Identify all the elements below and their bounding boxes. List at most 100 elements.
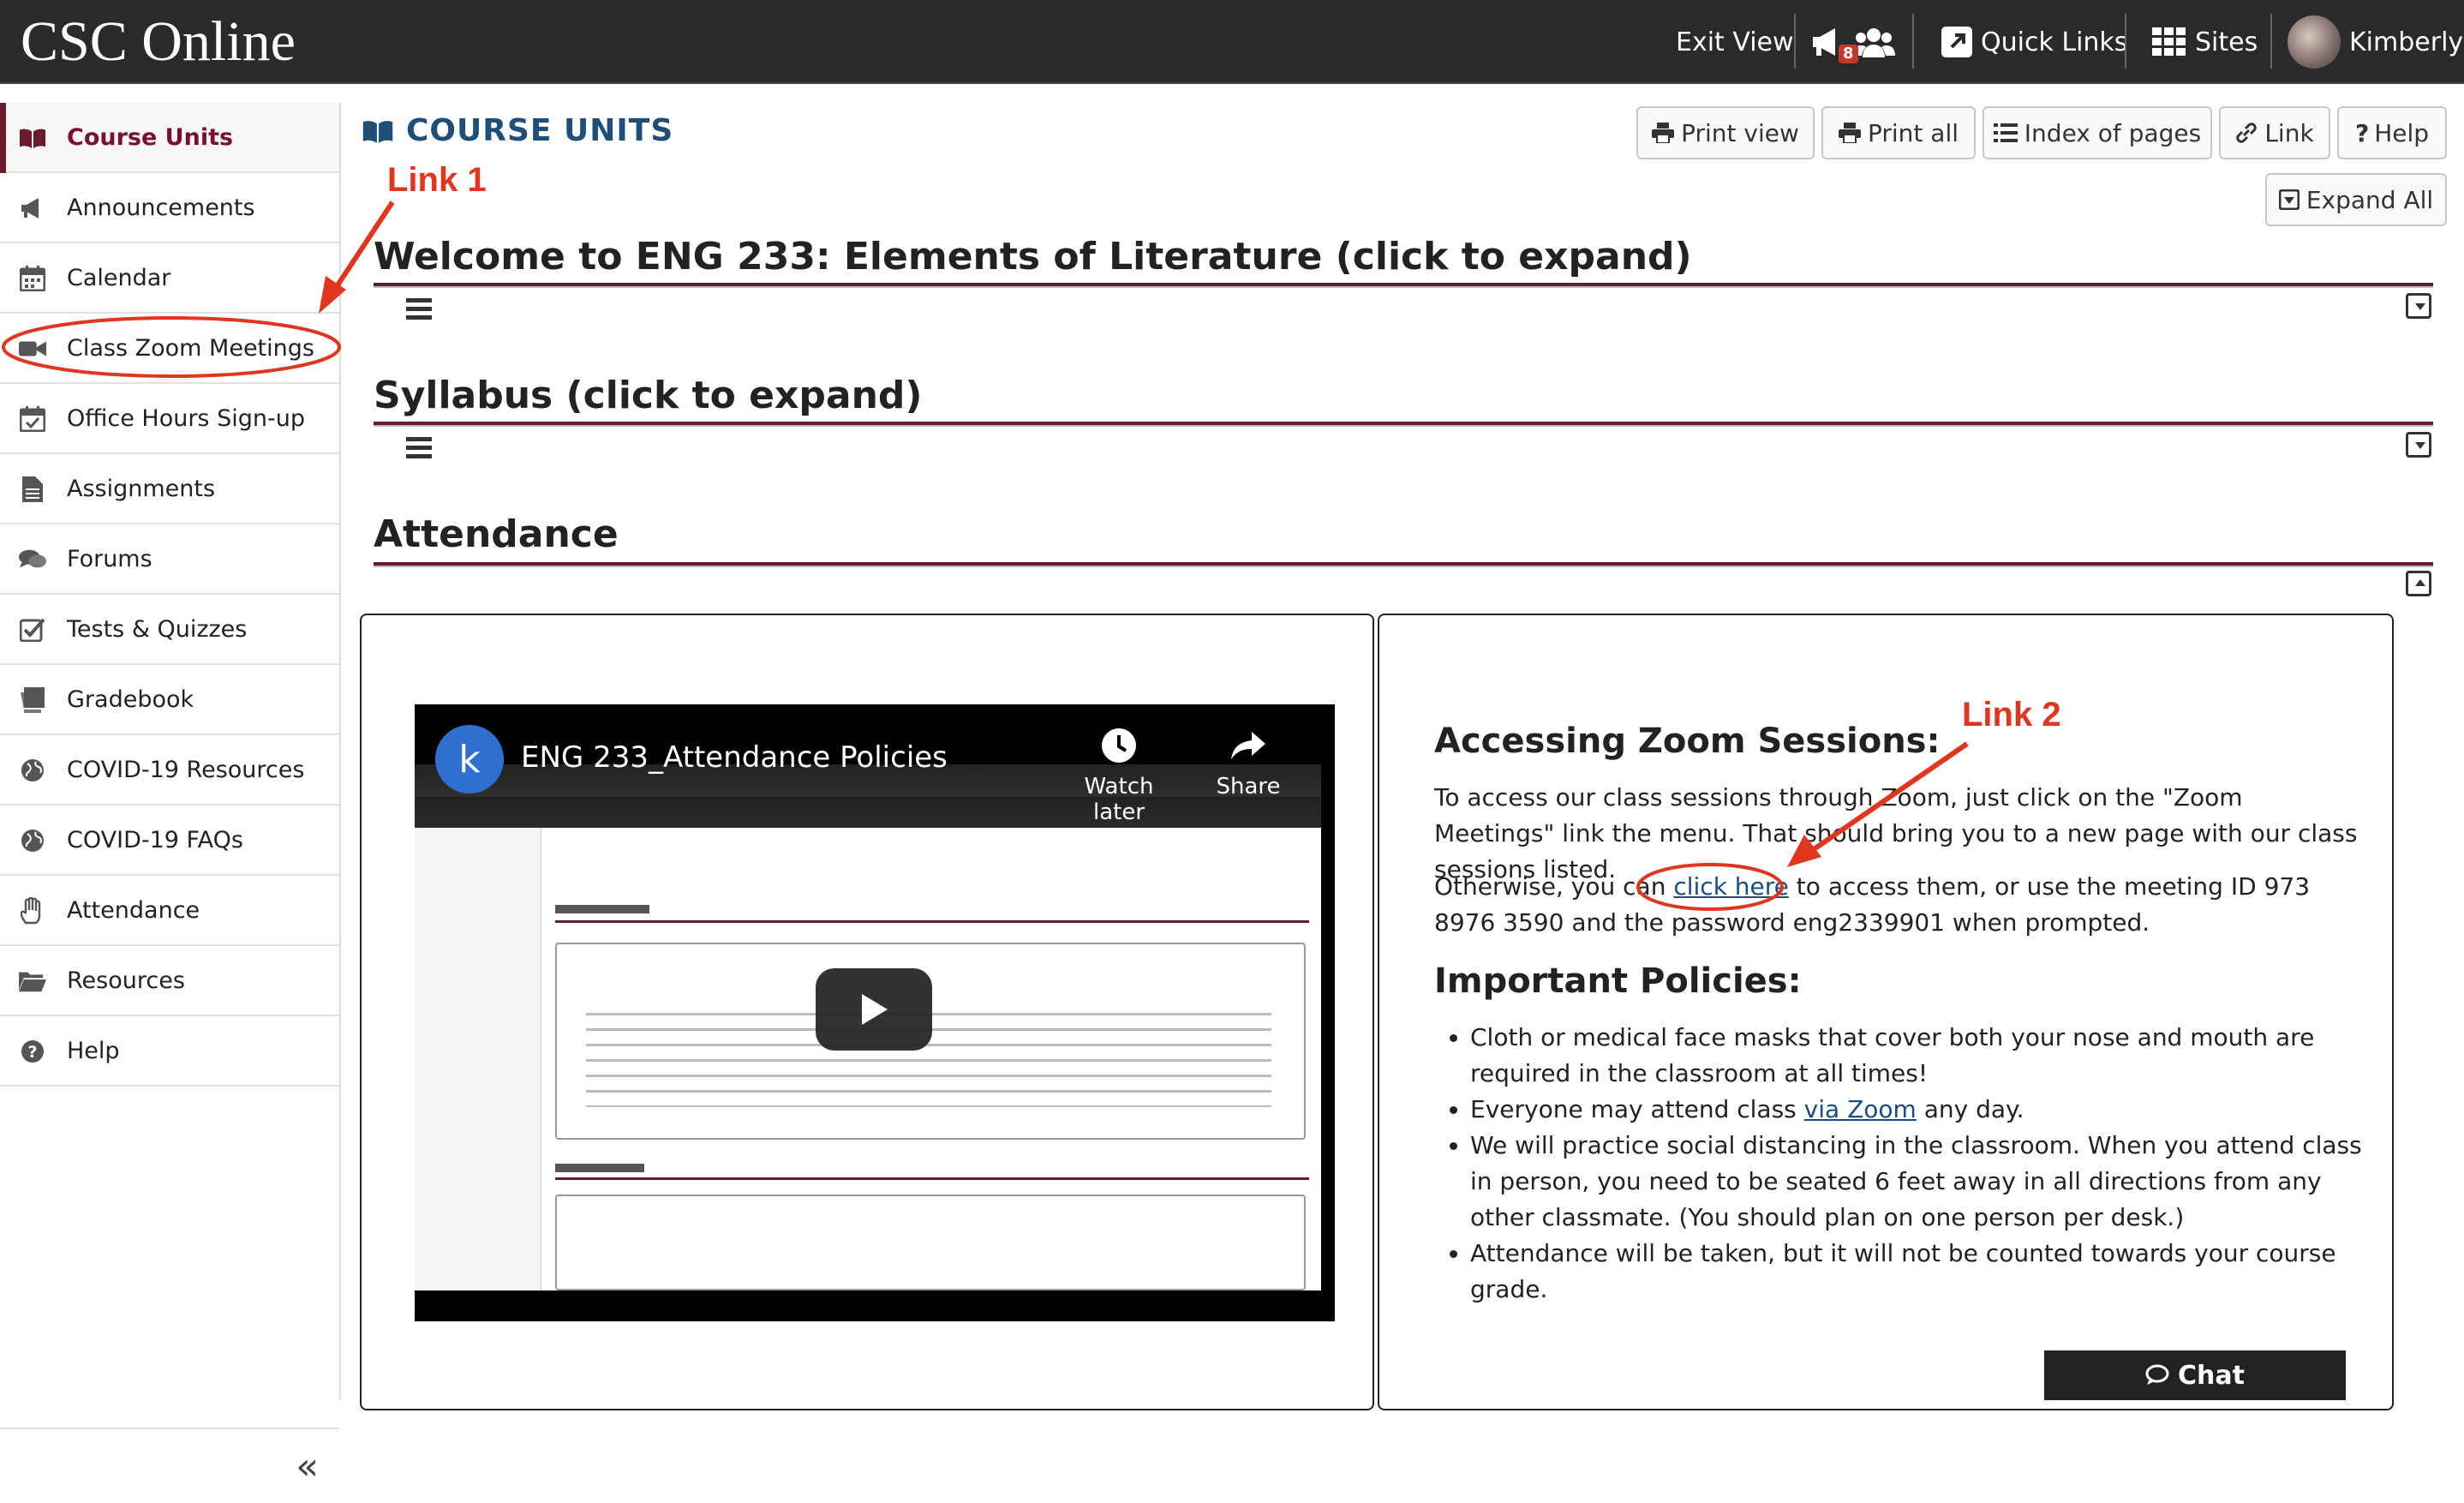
thumb-divider — [555, 1177, 1309, 1180]
sidebar-item-gradebook[interactable]: Gradebook — [0, 665, 339, 735]
share-button[interactable]: Share — [1201, 727, 1295, 799]
section-attendance-title[interactable]: Attendance — [374, 512, 619, 556]
sidebar-item-forums[interactable]: Forums — [0, 524, 339, 595]
megaphone-icon — [19, 196, 46, 220]
section-syllabus-title[interactable]: Syllabus (click to expand) — [374, 374, 923, 417]
collapse-section-icon[interactable] — [2406, 571, 2431, 596]
exit-view-button[interactable]: Exit View — [1676, 0, 1794, 84]
sidebar-item-course-units[interactable]: Course Units — [0, 103, 339, 173]
nav-divider — [1912, 14, 1914, 69]
list-icon — [1993, 123, 2018, 142]
book-icon — [19, 126, 46, 150]
site-logo[interactable]: CSC Online — [21, 9, 296, 75]
help-button[interactable]: ? Help — [2337, 106, 2447, 159]
watch-later-button[interactable]: Watch later — [1059, 727, 1179, 825]
svg-text:?: ? — [27, 1043, 37, 1062]
zoom-click-here-link[interactable]: click here — [1673, 872, 1789, 901]
thumb-units-box — [555, 1195, 1306, 1290]
folder-icon — [19, 969, 46, 993]
expand-icon — [2278, 189, 2300, 210]
expand-section-icon[interactable] — [2406, 293, 2431, 319]
sidebar-item-office-hours-sign-up[interactable]: Office Hours Sign-up — [0, 384, 339, 454]
policies-list: Cloth or medical face masks that cover b… — [1470, 1020, 2378, 1308]
sidebar-item-attendance[interactable]: Attendance — [0, 876, 339, 946]
expand-section-icon[interactable] — [2406, 432, 2431, 458]
thumb-course-units-heading — [555, 1164, 644, 1172]
index-of-pages-button[interactable]: Index of pages — [1983, 106, 2212, 159]
user-menu-button[interactable]: Kimberly — [2288, 0, 2463, 84]
thumb-divider — [555, 920, 1309, 923]
external-link-icon — [1941, 27, 1972, 57]
globe-icon — [19, 758, 46, 782]
double-chevron-left-icon: « — [296, 1445, 319, 1488]
book-icon — [362, 120, 393, 143]
chat-button[interactable]: Chat — [2044, 1350, 2346, 1400]
users-icon — [1852, 28, 1895, 57]
quick-links-button[interactable]: Quick Links — [1941, 0, 2127, 84]
link-button[interactable]: Link — [2219, 106, 2330, 159]
sidebar-item-help[interactable]: ? Help — [0, 1016, 339, 1087]
print-all-button[interactable]: Print all — [1821, 106, 1976, 159]
sidebar-item-calendar[interactable]: Calendar — [0, 243, 339, 314]
link-icon — [2236, 123, 2258, 143]
clock-icon — [1102, 728, 1136, 763]
calendar-icon — [19, 266, 46, 291]
sidebar-item-tests-quizzes[interactable]: Tests & Quizzes — [0, 595, 339, 665]
sidebar-item-class-zoom-meetings[interactable]: Class Zoom Meetings — [0, 314, 339, 384]
zoom-alternative-paragraph: Otherwise, you can click here to access … — [1434, 872, 2311, 937]
important-policies-heading: Important Policies: — [1434, 961, 1802, 1001]
list-item: Cloth or medical face masks that cover b… — [1470, 1020, 2378, 1092]
section-divider — [374, 283, 2433, 288]
annotation-link-1-label: Link 1 — [387, 161, 487, 199]
avatar — [2288, 15, 2341, 69]
share-arrow-icon — [1231, 732, 1265, 759]
comments-icon — [19, 548, 46, 572]
notification-badge: 8 — [1839, 45, 1858, 63]
question-icon: ? — [2354, 118, 2370, 147]
via-zoom-link[interactable]: via Zoom — [1804, 1095, 1917, 1123]
comments-icon — [2145, 1364, 2169, 1385]
nav-divider — [2125, 14, 2126, 69]
file-icon — [19, 476, 46, 502]
sidebar-item-resources[interactable]: Resources — [0, 946, 339, 1016]
youtube-video-player[interactable]: k ENG 233_Attendance Policies Watch late… — [415, 704, 1335, 1321]
play-button[interactable] — [816, 968, 932, 1051]
sidebar-item-covid-19-faqs[interactable]: COVID-19 FAQs — [0, 805, 339, 876]
play-icon — [862, 994, 888, 1025]
section-welcome-title[interactable]: Welcome to ENG 233: Elements of Literatu… — [374, 235, 1692, 278]
sidebar: Course Units Announcements Calendar Clas… — [0, 103, 341, 1486]
calendar-check-icon — [19, 406, 46, 432]
expand-all-button[interactable]: Expand All — [2265, 173, 2447, 226]
notifications-button[interactable]: 8 — [1809, 0, 1895, 84]
nav-divider — [2270, 14, 2272, 69]
section-divider — [374, 422, 2433, 427]
section-divider — [374, 562, 2433, 567]
top-navigation-bar: CSC Online Exit View 8 Quick Links Sites… — [0, 0, 2464, 84]
globe-icon — [19, 829, 46, 853]
page-title: COURSE UNITS — [362, 113, 673, 148]
print-view-button[interactable]: Print view — [1636, 106, 1815, 159]
list-item: We will practice social distancing in th… — [1470, 1128, 2378, 1236]
video-title[interactable]: ENG 233_Attendance Policies — [521, 740, 948, 775]
channel-avatar[interactable]: k — [435, 725, 504, 793]
accessing-zoom-heading: Accessing Zoom Sessions: — [1434, 722, 1941, 761]
annotation-link-2-label: Link 2 — [1962, 696, 2061, 734]
sites-button[interactable]: Sites — [2152, 0, 2258, 84]
list-item: Everyone may attend class via Zoom any d… — [1470, 1092, 2378, 1128]
print-icon — [1838, 123, 1861, 143]
sidebar-item-assignments[interactable]: Assignments — [0, 454, 339, 524]
drag-handle-icon[interactable] — [406, 437, 432, 459]
thumb-sidebar — [415, 828, 541, 1290]
sidebar-item-covid-19-resources[interactable]: COVID-19 Resources — [0, 735, 339, 805]
sidebar-item-announcements[interactable]: Announcements — [0, 173, 339, 243]
drag-handle-icon[interactable] — [406, 298, 432, 320]
print-icon — [1652, 123, 1675, 143]
question-icon: ? — [19, 1039, 46, 1063]
nav-divider — [1794, 14, 1796, 69]
video-camera-icon — [19, 337, 46, 361]
list-item: Attendance will be taken, but it will no… — [1470, 1236, 2378, 1308]
collapse-sidebar-button[interactable]: « — [0, 1428, 339, 1503]
grid-icon — [2152, 27, 2186, 56]
hand-icon — [19, 897, 46, 925]
checkbox-icon — [19, 618, 46, 642]
